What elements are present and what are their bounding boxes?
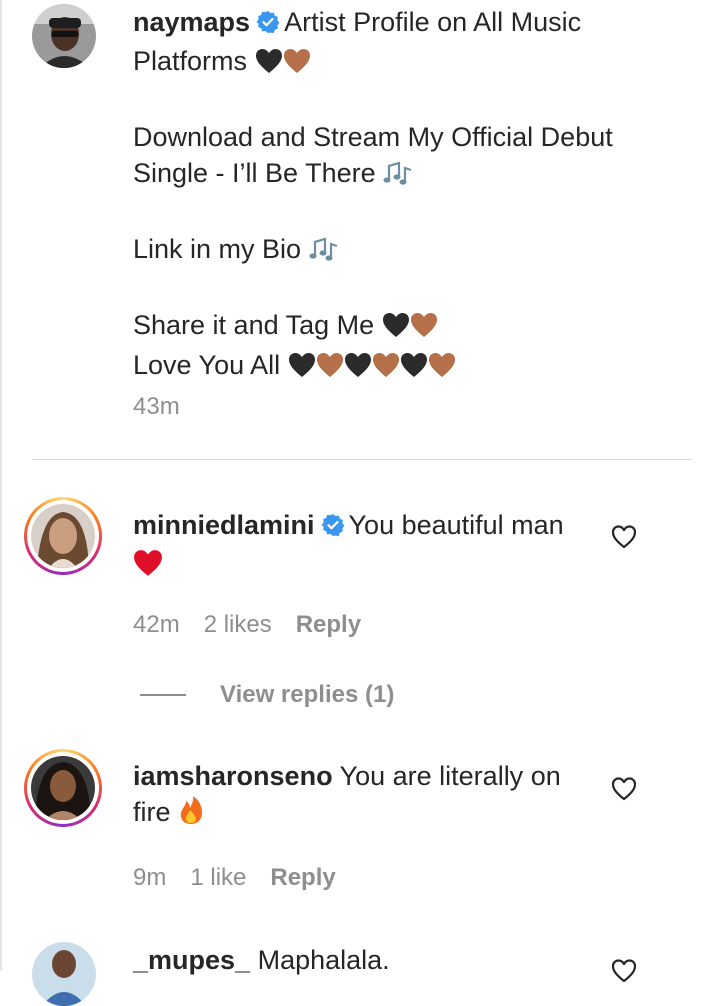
comment-meta: 42m 2 likes Reply (133, 611, 361, 639)
like-heart-outline-icon[interactable] (611, 524, 637, 550)
avatar-image (32, 942, 96, 1006)
reply-button[interactable]: Reply (270, 864, 335, 892)
black-heart-icon (255, 47, 283, 83)
avatar-iamsharonseno[interactable] (24, 749, 102, 827)
verified-badge-icon (256, 7, 280, 43)
comment-username[interactable]: iamsharonseno (133, 761, 333, 791)
caption-line-4: Single - I’ll Be There (133, 158, 376, 188)
avatar-naymaps[interactable] (32, 4, 96, 68)
comment-body: You beautiful man (348, 510, 564, 540)
view-replies-line (140, 694, 186, 696)
caption-username[interactable]: naymaps (133, 7, 250, 37)
caption-line-5: Link in my Bio (133, 234, 302, 264)
comment-likes[interactable]: 2 likes (204, 611, 272, 639)
musical-notes-icon (309, 235, 339, 271)
caption-line-1: Artist Profile on All Music (284, 7, 582, 37)
black-heart-icon (400, 351, 428, 387)
comment-likes[interactable]: 1 like (190, 864, 246, 892)
avatar-mupes[interactable] (32, 942, 96, 1006)
fire-icon (178, 795, 204, 834)
caption-line-6: Share it and Tag Me (133, 310, 375, 340)
avatar-minniedlamini[interactable] (24, 497, 102, 575)
comment-body-line-2: fire (133, 797, 171, 827)
caption-line-3: Download and Stream My Official Debut (133, 122, 613, 152)
brown-heart-icon (316, 351, 344, 387)
brown-heart-icon (428, 351, 456, 387)
caption-meta: 43m (133, 393, 180, 421)
verified-badge-icon (321, 510, 345, 546)
caption-divider (32, 459, 692, 460)
black-heart-icon (288, 351, 316, 387)
avatar-image (31, 756, 95, 820)
like-heart-outline-icon[interactable] (611, 776, 637, 802)
comment-text: iamsharonseno You are literally on fire (133, 758, 561, 834)
musical-notes-icon (383, 159, 413, 195)
caption-line-7: Love You All (133, 350, 281, 380)
comment-meta: 9m 1 like Reply (133, 864, 336, 892)
comment-text: _mupes_ Maphalala. (133, 942, 390, 978)
caption-line-2: Platforms (133, 46, 248, 76)
red-heart-icon (133, 549, 163, 586)
like-heart-outline-icon[interactable] (611, 958, 637, 984)
comment-text: minniedlamini You beautiful man (133, 507, 564, 586)
comment-timestamp: 42m (133, 611, 180, 638)
view-replies-label: View replies (1) (220, 681, 395, 708)
comment-username[interactable]: minniedlamini (133, 510, 315, 540)
avatar-image (32, 4, 96, 68)
black-heart-icon (344, 351, 372, 387)
avatar-image (31, 504, 95, 568)
brown-heart-icon (283, 47, 311, 83)
brown-heart-icon (410, 311, 438, 347)
comment-body: You are literally on (339, 761, 561, 791)
comment-timestamp: 9m (133, 864, 167, 891)
brown-heart-icon (372, 351, 400, 387)
view-replies-button[interactable]: View replies (1) (140, 681, 394, 709)
black-heart-icon (382, 311, 410, 347)
caption-text: naymaps Artist Profile on All Music Platf… (133, 4, 613, 387)
reply-button[interactable]: Reply (296, 611, 361, 639)
caption-timestamp: 43m (133, 393, 180, 420)
left-edge-border (0, 0, 2, 971)
